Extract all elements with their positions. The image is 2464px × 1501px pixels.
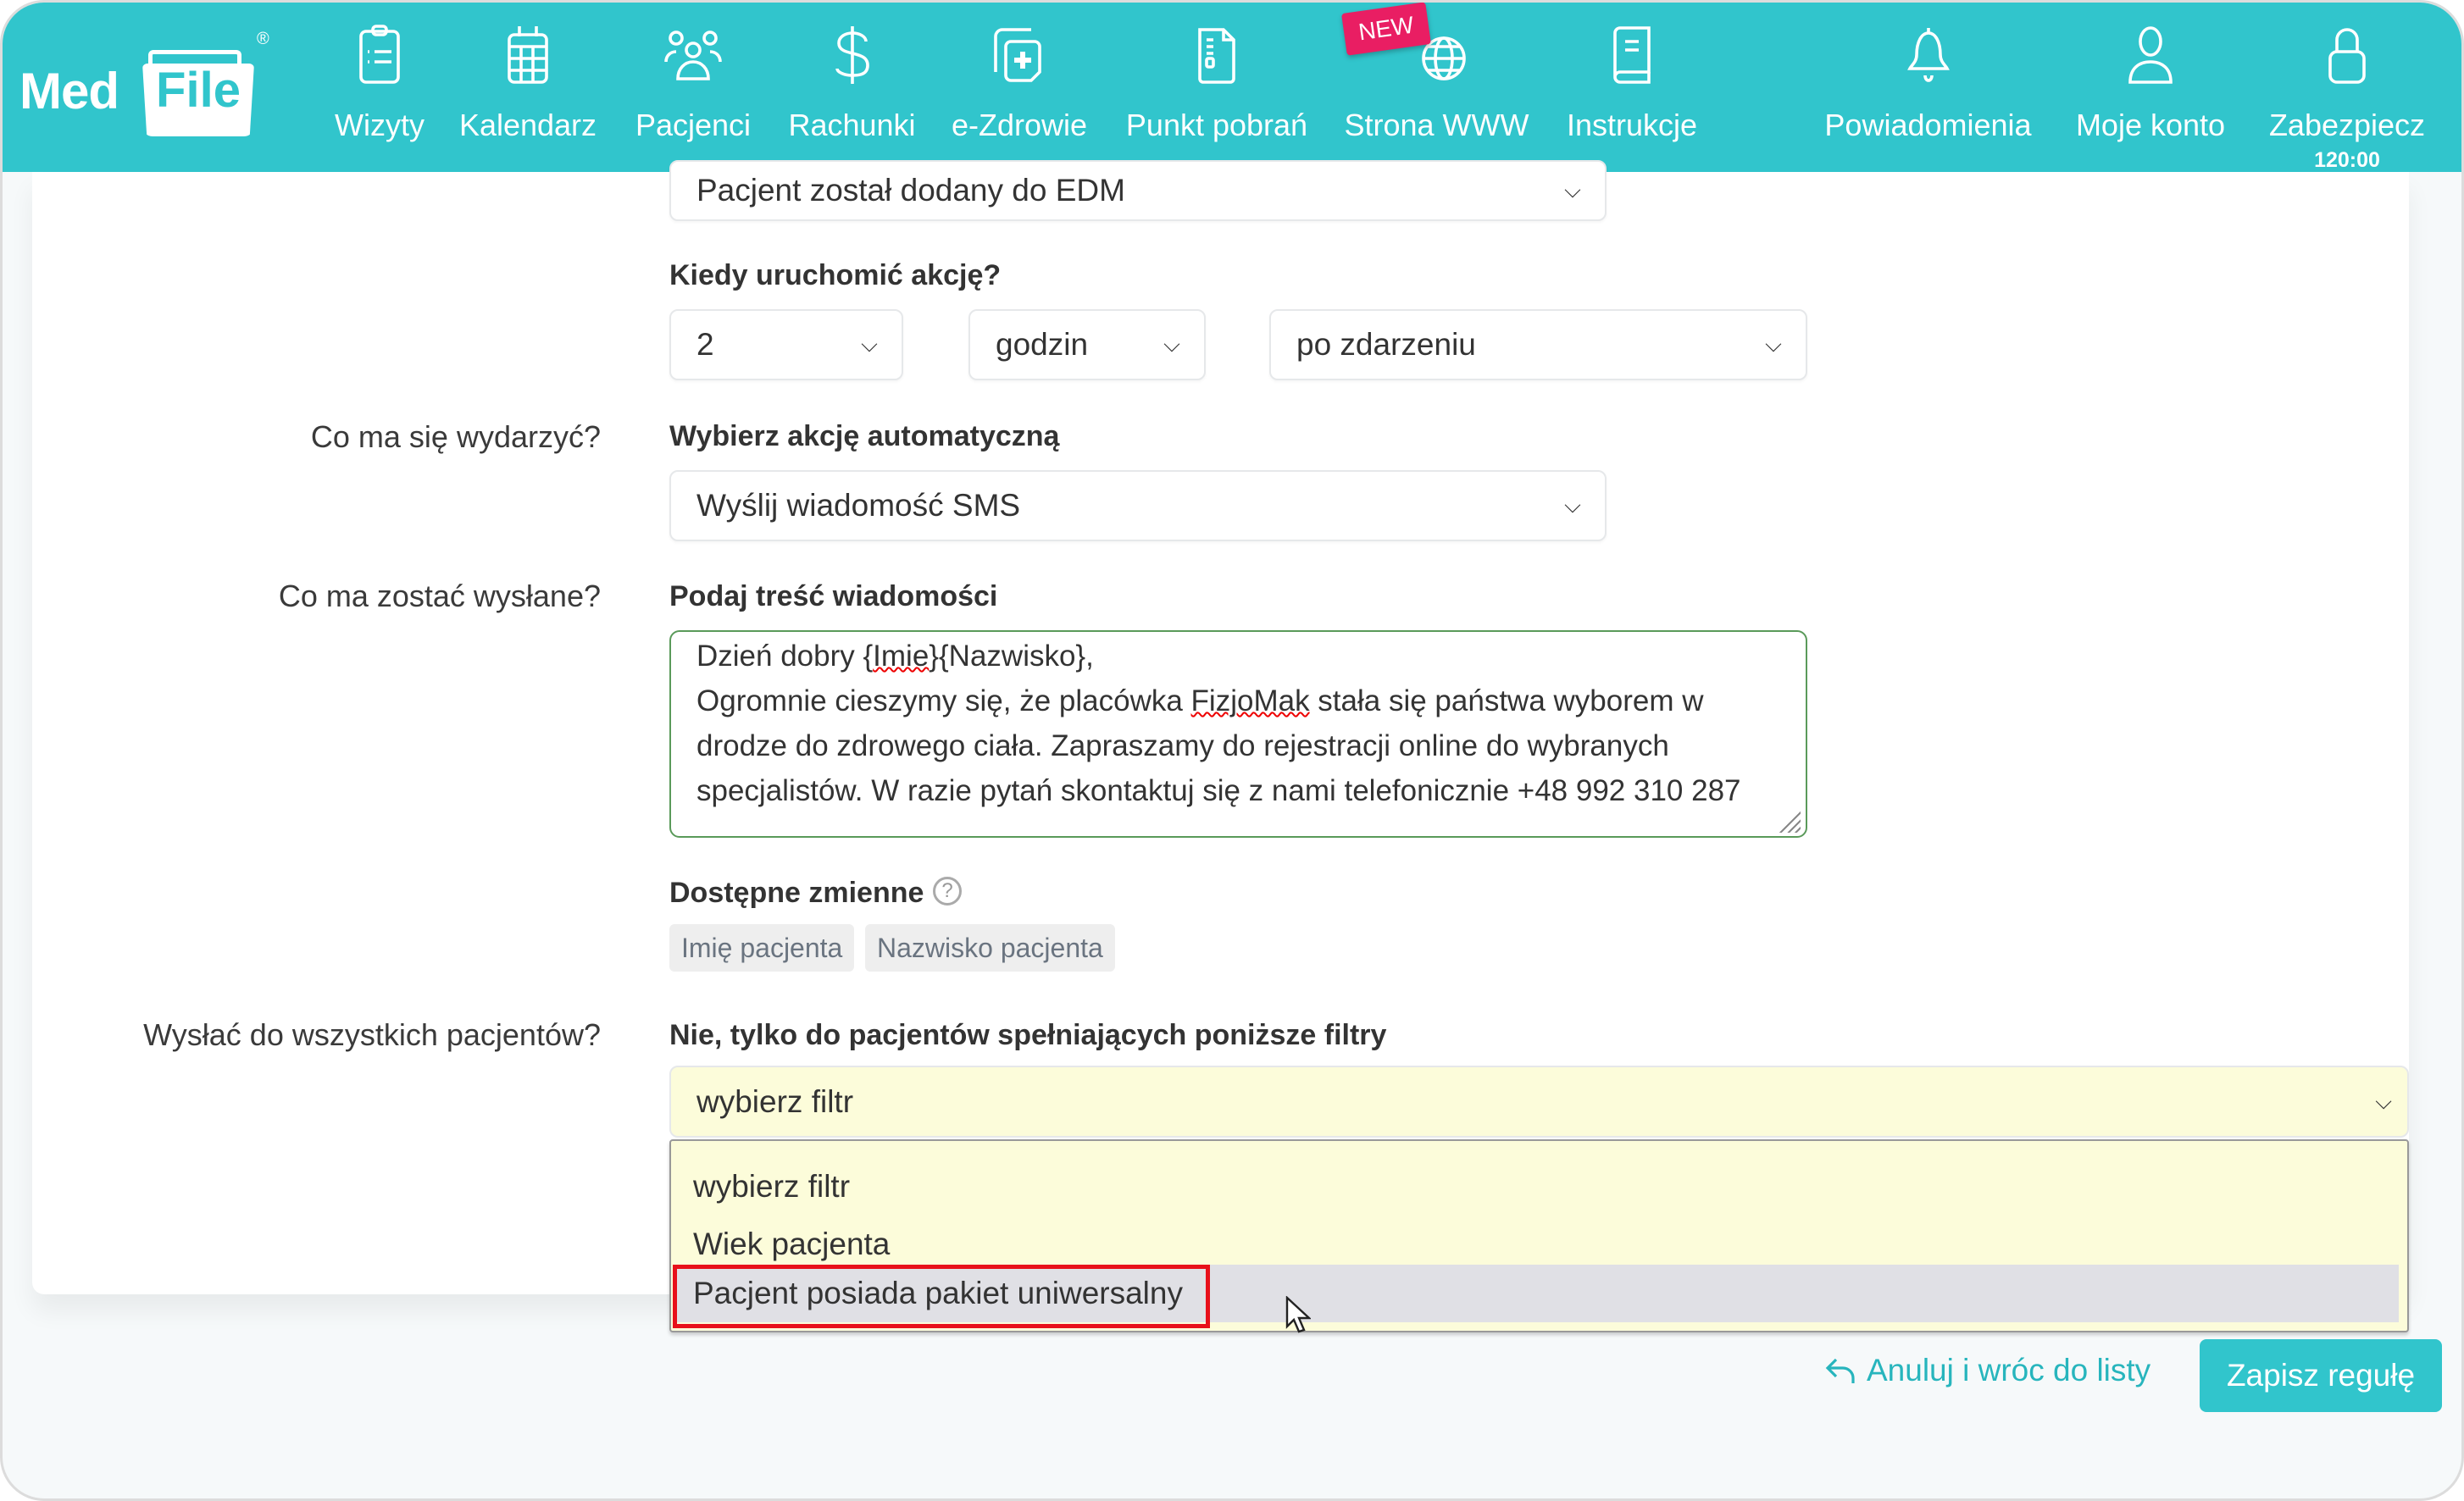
select-value: 2 [696, 327, 714, 362]
delay-amount-select[interactable]: 2 ⌵ [669, 309, 903, 380]
select-value: godzin [996, 327, 1089, 362]
nav-item-kalendarz[interactable]: Kalendarz [456, 21, 600, 148]
recipients-label: Nie, tylko do pacjentów spełniających po… [669, 1019, 1387, 1051]
nav-item-rachunki[interactable]: Rachunki [786, 21, 918, 148]
dollar-icon [835, 26, 869, 84]
medical-card-icon [994, 28, 1041, 82]
send-all-label: Wysłać do wszystkich pacjentów? [143, 1017, 601, 1052]
trigger-event-select[interactable]: Pacjent został dodany do EDM ⌵ [669, 160, 1607, 221]
document-icon [1198, 28, 1235, 84]
chevron-down-icon: ⌵ [1564, 492, 1581, 518]
logo-text-med: Med [19, 63, 119, 119]
chevron-down-icon: ⌵ [861, 331, 878, 357]
nav-item-instrukcje[interactable]: Instrukcje [1560, 21, 1704, 148]
chevron-down-icon: ⌵ [1564, 177, 1581, 202]
text: }{Nazwisko}, [929, 640, 1094, 673]
app-window: Med File ® Wizyty Kalendarz Pacjenci Rac… [0, 0, 2464, 1501]
cancel-link[interactable]: Anuluj i wróc do listy [1824, 1353, 2150, 1388]
nav-item-moje-konto[interactable]: Moje konto [2070, 21, 2231, 148]
variable-chip-last-name[interactable]: Nazwisko pacjenta [865, 924, 1115, 972]
when-label: Kiedy uruchomić akcję? [669, 259, 1002, 291]
session-timer: 120:00 [2314, 148, 2380, 172]
message-textarea[interactable]: Dzień dobry {Imie}{Nazwisko}, Ogromnie c… [669, 630, 1807, 838]
nav-label: Strona WWW [1344, 108, 1529, 142]
filter-select[interactable]: wybierz filtr ⌵ [669, 1066, 2409, 1138]
delay-unit-select[interactable]: godzin ⌵ [968, 309, 1206, 380]
top-nav-bar: Med File ® Wizyty Kalendarz Pacjenci Rac… [3, 3, 2461, 172]
clipboard-list-icon [359, 25, 400, 84]
users-icon [664, 30, 722, 80]
nav-item-punkt-pobran[interactable]: Punkt pobrań [1119, 21, 1314, 148]
text: Ogromnie cieszymy się, że placówka [696, 684, 1191, 717]
delay-relation-select[interactable]: po zdarzeniu ⌵ [1269, 309, 1807, 380]
nav-item-wizyty[interactable]: Wizyty [329, 21, 430, 148]
lock-icon [2328, 28, 2366, 84]
user-icon [2128, 26, 2173, 84]
text: Dzień dobry { [696, 640, 874, 673]
nav-item-pacjenci[interactable]: Pacjenci [630, 21, 757, 148]
nav-item-e-zdrowie[interactable]: e-Zdrowie [947, 21, 1091, 148]
nav-label: Punkt pobrań [1125, 108, 1308, 142]
book-icon [1613, 26, 1651, 84]
save-rule-button[interactable]: Zapisz regułę [2200, 1339, 2442, 1412]
nav-label: e-Zdrowie [951, 108, 1088, 142]
message-line-1: Dzień dobry {Imie}{Nazwisko}, [696, 634, 1782, 678]
message-label: Podaj treść wiadomości [669, 580, 998, 612]
misspelled-word: Imie [873, 640, 930, 673]
mouse-cursor-icon [1285, 1296, 1311, 1333]
nav-label: Zabezpiecz [2268, 108, 2426, 142]
medfile-logo[interactable]: Med File ® [19, 30, 282, 138]
select-value: wybierz filtr [696, 1083, 854, 1119]
select-value: Wyślij wiadomość SMS [696, 488, 1021, 523]
nav-item-powiadomienia[interactable]: Powiadomienia [1816, 21, 2040, 148]
misspelled-word: FizjoMak [1190, 684, 1310, 717]
action-label: Wybierz akcję automatyczną [669, 420, 1060, 452]
variables-label: Dostępne zmienne [669, 877, 924, 909]
chevron-down-icon: ⌵ [1765, 331, 1782, 357]
resize-handle[interactable] [1777, 809, 1801, 833]
what-happens-label: Co ma się wydarzyć? [310, 419, 601, 454]
help-icon[interactable]: ? [933, 877, 962, 906]
cancel-label: Anuluj i wróc do listy [1867, 1353, 2151, 1387]
chevron-down-icon: ⌵ [1163, 331, 1180, 357]
select-value: po zdarzeniu [1296, 327, 1476, 362]
nav-label: Rachunki [788, 108, 916, 142]
calendar-icon [508, 26, 548, 84]
nav-label: Powiadomienia [1824, 108, 2032, 142]
logo-text-file: File [156, 63, 241, 118]
variable-chip-first-name[interactable]: Imię pacjenta [669, 924, 855, 972]
chevron-down-icon: ⌵ [2375, 1088, 2392, 1114]
bell-icon [1906, 28, 1950, 82]
registered-mark: ® [257, 30, 269, 48]
select-value: Pacjent został dodany do EDM [696, 173, 1125, 208]
action-select[interactable]: Wyślij wiadomość SMS ⌵ [669, 470, 1607, 541]
dropdown-option[interactable]: wybierz filtr [671, 1158, 2395, 1216]
back-arrow-icon [1825, 1358, 1855, 1383]
what-sent-label: Co ma zostać wysłane? [278, 579, 601, 613]
nav-label: Wizyty [335, 108, 425, 142]
nav-label: Pacjenci [635, 108, 752, 142]
annotation-highlight-box [673, 1265, 1210, 1328]
nav-item-zabezpiecz[interactable]: Zabezpiecz 120:00 [2262, 21, 2432, 172]
message-line-2: Ogromnie cieszymy się, że placówka Fizjo… [696, 678, 1782, 813]
nav-label: Moje konto [2075, 108, 2226, 142]
nav-label: Kalendarz [458, 108, 597, 142]
nav-label: Instrukcje [1566, 108, 1698, 142]
